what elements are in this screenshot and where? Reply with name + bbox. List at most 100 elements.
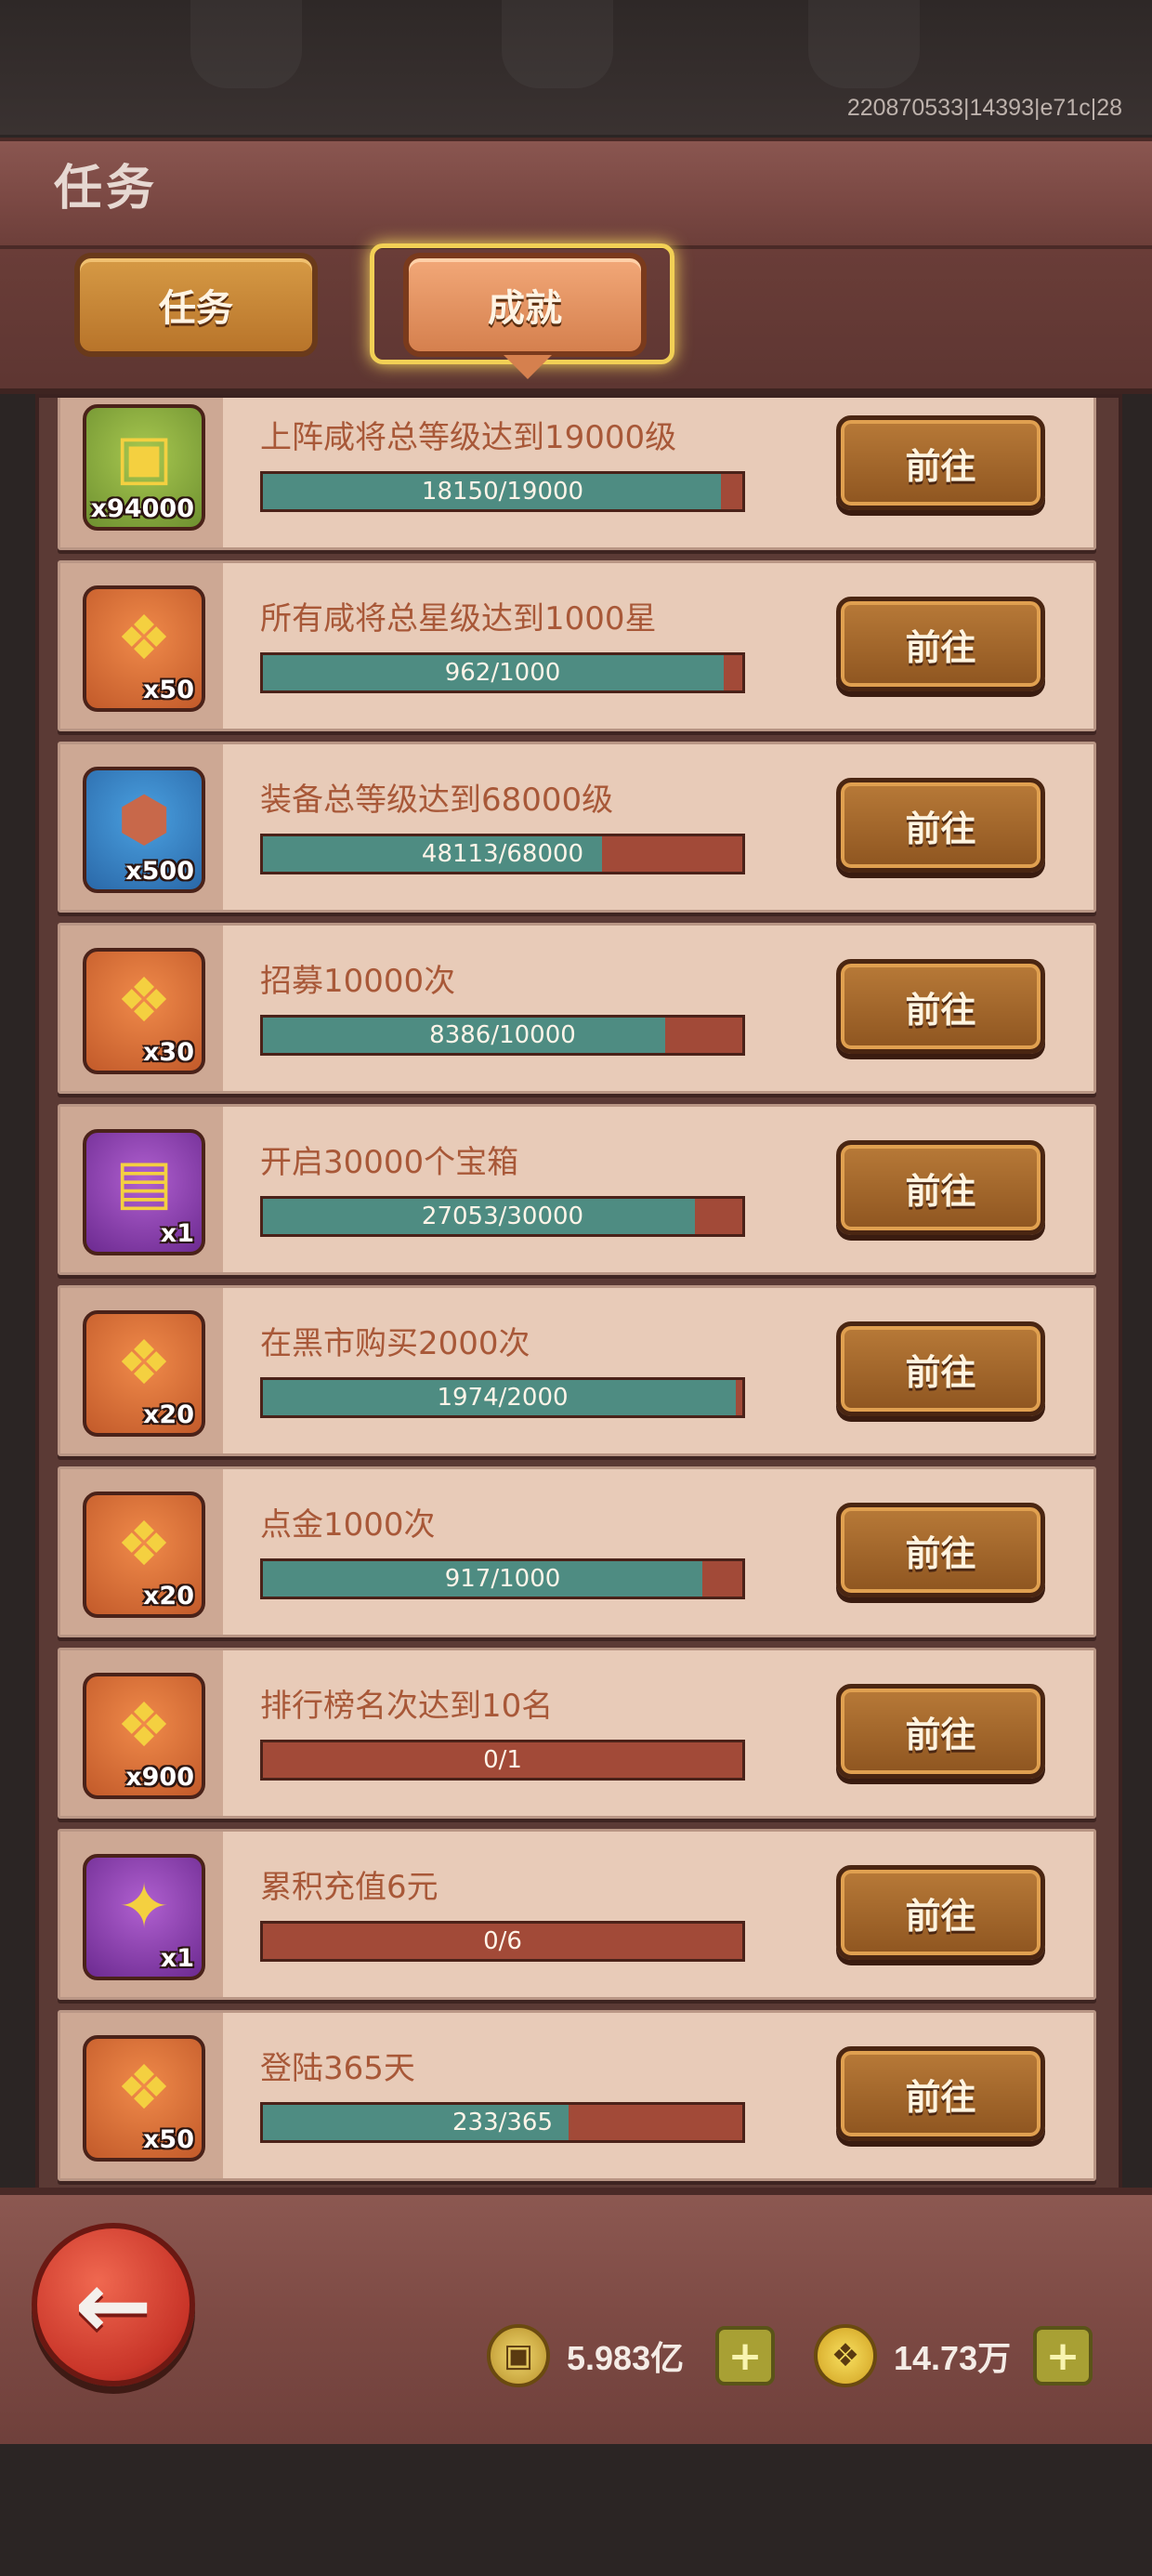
gold-scroll-icon: ❖ bbox=[116, 1689, 172, 1761]
achievement-card: ❖ x20 在黑市购买2000次 1974/2000 前往 bbox=[58, 1285, 1096, 1456]
go-button[interactable]: 前往 bbox=[836, 1684, 1045, 1779]
reward-quantity: x900 bbox=[125, 1763, 194, 1792]
achievement-card: ⬢ x500 装备总等级达到68000级 48113/68000 前往 bbox=[58, 742, 1096, 913]
reward-quantity: x30 bbox=[143, 1038, 194, 1067]
golden-torch-icon: ✦ bbox=[118, 1871, 170, 1942]
currency-copper-value: 5.983亿 bbox=[567, 2339, 685, 2377]
go-button[interactable]: 前往 bbox=[836, 415, 1045, 510]
go-button[interactable]: 前往 bbox=[836, 959, 1045, 1054]
ore-stone-icon: ⬢ bbox=[117, 783, 171, 855]
achievement-card: ❖ x50 登陆365天 233/365 前往 bbox=[58, 2010, 1096, 2181]
gold-scroll-icon: ❖ bbox=[116, 1327, 172, 1399]
progress-text: 18150/19000 bbox=[421, 478, 584, 506]
progress-text: 48113/68000 bbox=[421, 840, 584, 868]
progress-bar: 233/365 bbox=[260, 2102, 745, 2143]
currency-gold-value: 14.73万 bbox=[894, 2339, 1012, 2377]
progress-text: 8386/10000 bbox=[429, 1021, 576, 1049]
reward-quantity: x20 bbox=[143, 1582, 194, 1610]
go-button[interactable]: 前往 bbox=[836, 1140, 1045, 1235]
achievement-description: 点金1000次 bbox=[260, 1506, 436, 1544]
achievement-card: ▤ x1 开启30000个宝箱 27053/30000 前往 bbox=[58, 1104, 1096, 1275]
tab-achievement[interactable]: 成就 bbox=[403, 253, 647, 357]
progress-text: 0/1 bbox=[483, 1746, 522, 1774]
progress-bar: 0/1 bbox=[260, 1740, 745, 1781]
achievement-description: 在黑市购买2000次 bbox=[260, 1325, 530, 1362]
copper-coin-icon: ▣ bbox=[114, 421, 174, 493]
achievement-description: 累积充值6元 bbox=[260, 1869, 439, 1906]
achievement-description: 所有咸将总星级达到1000星 bbox=[260, 600, 657, 637]
reward-item[interactable]: ❖ x50 bbox=[83, 2035, 205, 2162]
achievement-card: ❖ x30 招募10000次 8386/10000 前往 bbox=[58, 923, 1096, 1094]
achievement-card: ❖ x50 所有咸将总星级达到1000星 962/1000 前往 bbox=[58, 560, 1096, 731]
go-button[interactable]: 前往 bbox=[836, 778, 1045, 873]
reward-item[interactable]: ⬢ x500 bbox=[83, 767, 205, 893]
progress-bar: 0/6 bbox=[260, 1921, 745, 1962]
achievement-description: 开启30000个宝箱 bbox=[260, 1144, 519, 1181]
reward-item[interactable]: ❖ x900 bbox=[83, 1673, 205, 1799]
gold-scroll-icon: ❖ bbox=[116, 602, 172, 674]
progress-text: 27053/30000 bbox=[421, 1203, 584, 1230]
achievement-card: ❖ x20 点金1000次 917/1000 前往 bbox=[58, 1466, 1096, 1637]
achievement-card: ❖ x900 排行榜名次达到10名 0/1 前往 bbox=[58, 1648, 1096, 1819]
achievement-card: ▣ x94000 上阵咸将总等级达到19000级 18150/19000 前往 bbox=[58, 398, 1096, 550]
title-bar bbox=[0, 138, 1152, 250]
reward-quantity: x1 bbox=[160, 1219, 194, 1248]
reward-quantity: x50 bbox=[143, 2125, 194, 2154]
system-navigation-bar bbox=[0, 2444, 1152, 2576]
progress-text: 917/1000 bbox=[444, 1565, 561, 1593]
reward-item[interactable]: ❖ x30 bbox=[83, 948, 205, 1074]
add-gold-button[interactable]: + bbox=[1033, 2326, 1093, 2385]
progress-text: 233/365 bbox=[452, 2109, 553, 2136]
gold-scroll-icon: ❖ bbox=[116, 1508, 172, 1580]
achievement-description: 上阵咸将总等级达到19000级 bbox=[260, 419, 677, 456]
background-decoration bbox=[502, 0, 613, 88]
copper-coin-icon: ▣ bbox=[487, 2324, 550, 2387]
achievement-description: 排行榜名次达到10名 bbox=[260, 1688, 554, 1725]
gold-scroll-icon: ❖ bbox=[814, 2324, 877, 2387]
go-button[interactable]: 前往 bbox=[836, 1503, 1045, 1597]
progress-bar: 1974/2000 bbox=[260, 1377, 745, 1418]
reward-quantity: x20 bbox=[143, 1400, 194, 1429]
reward-item[interactable]: ▤ x1 bbox=[83, 1129, 205, 1255]
achievement-description: 招募10000次 bbox=[260, 963, 456, 1000]
go-button[interactable]: 前往 bbox=[836, 1321, 1045, 1416]
reward-item[interactable]: ❖ x20 bbox=[83, 1492, 205, 1618]
background-decoration bbox=[190, 0, 302, 88]
go-button[interactable]: 前往 bbox=[836, 2046, 1045, 2141]
gold-scroll-icon: ❖ bbox=[116, 2052, 172, 2123]
tab-task[interactable]: 任务 bbox=[74, 253, 318, 357]
reward-item[interactable]: ✦ x1 bbox=[83, 1854, 205, 1980]
tab-pointer-icon bbox=[504, 355, 552, 379]
achievement-description: 装备总等级达到68000级 bbox=[260, 782, 614, 819]
currency-copper: ▣ 5.983亿 + bbox=[487, 2323, 775, 2388]
achievement-card: ✦ x1 累积充值6元 0/6 前往 bbox=[58, 1829, 1096, 2000]
go-button[interactable]: 前往 bbox=[836, 597, 1045, 691]
gold-scroll-icon: ❖ bbox=[116, 965, 172, 1036]
reward-quantity: x500 bbox=[125, 857, 194, 886]
reward-item[interactable]: ❖ x20 bbox=[83, 1310, 205, 1437]
reward-item[interactable]: ▣ x94000 bbox=[83, 404, 205, 531]
progress-bar: 917/1000 bbox=[260, 1558, 745, 1599]
progress-bar: 48113/68000 bbox=[260, 834, 745, 874]
treasure-chest-icon: ▤ bbox=[114, 1146, 174, 1217]
back-button[interactable]: ← bbox=[32, 2223, 195, 2386]
build-id-label: 220870533|14393|e71c|28 bbox=[846, 95, 1122, 121]
add-copper-button[interactable]: + bbox=[715, 2326, 775, 2385]
reward-quantity: x1 bbox=[160, 1944, 194, 1973]
go-button[interactable]: 前往 bbox=[836, 1865, 1045, 1960]
progress-bar: 18150/19000 bbox=[260, 471, 745, 512]
reward-quantity: x50 bbox=[143, 676, 194, 704]
achievement-description: 登陆365天 bbox=[260, 2050, 415, 2087]
background-decoration bbox=[808, 0, 920, 88]
progress-bar: 27053/30000 bbox=[260, 1196, 745, 1237]
progress-bar: 962/1000 bbox=[260, 652, 745, 693]
progress-bar: 8386/10000 bbox=[260, 1015, 745, 1056]
progress-text: 962/1000 bbox=[444, 659, 561, 687]
progress-text: 1974/2000 bbox=[437, 1384, 569, 1412]
progress-text: 0/6 bbox=[483, 1927, 522, 1955]
reward-quantity: x94000 bbox=[90, 494, 194, 523]
currency-gold: ❖ 14.73万 + bbox=[814, 2323, 1093, 2388]
achievement-list[interactable]: ▣ x94000 上阵咸将总等级达到19000级 18150/19000 前往 … bbox=[35, 394, 1122, 2195]
page-title: 任务 bbox=[54, 161, 159, 217]
reward-item[interactable]: ❖ x50 bbox=[83, 585, 205, 712]
